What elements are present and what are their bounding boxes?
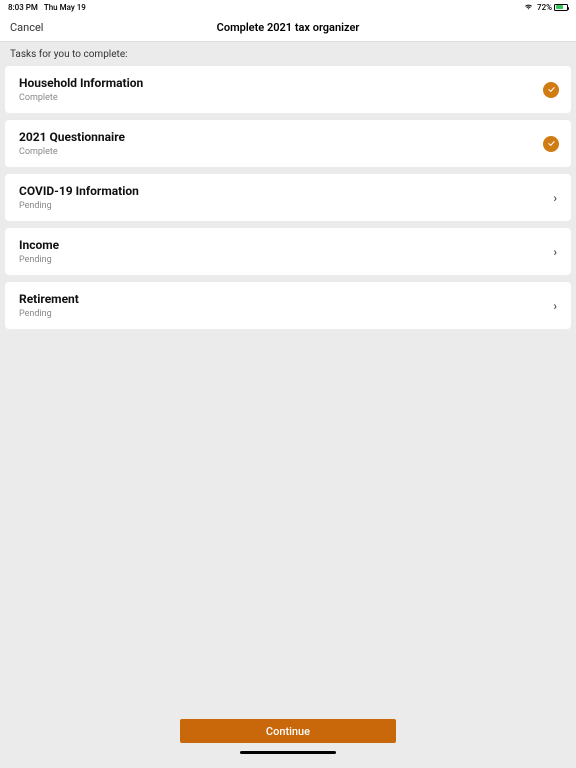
task-status: Complete [19,147,125,157]
status-time: 8:03 PM [8,3,38,12]
status-right: 72% [524,3,568,12]
task-content: 2021 Questionnaire Complete [19,130,125,157]
task-content: Income Pending [19,238,59,265]
task-status: Pending [19,309,79,319]
battery-indicator: 72% [537,3,568,12]
page-title: Complete 2021 tax organizer [217,21,360,34]
task-list: Household Information Complete 2021 Ques… [0,66,576,329]
home-indicator[interactable] [240,751,336,754]
task-status: Pending [19,201,139,211]
chevron-right-icon: › [553,191,559,205]
status-left: 8:03 PM Thu May 19 [8,3,86,12]
task-title: Retirement [19,292,79,306]
task-content: Household Information Complete [19,76,143,103]
task-covid-19-information[interactable]: COVID-19 Information Pending › [5,174,571,221]
cancel-button[interactable]: Cancel [10,21,43,34]
task-status: Pending [19,255,59,265]
nav-header: Cancel Complete 2021 tax organizer [0,14,576,42]
check-icon [543,82,559,98]
task-content: COVID-19 Information Pending [19,184,139,211]
task-content: Retirement Pending [19,292,79,319]
battery-pct: 72% [537,3,552,12]
check-icon [543,136,559,152]
task-household-information[interactable]: Household Information Complete [5,66,571,113]
battery-icon [554,4,568,11]
chevron-right-icon: › [553,245,559,259]
task-status: Complete [19,93,143,103]
status-date: Thu May 19 [44,3,86,12]
wifi-icon [524,3,533,12]
status-bar: 8:03 PM Thu May 19 72% [0,0,576,14]
chevron-right-icon: › [553,299,559,313]
bottom-bar: Continue [0,719,576,754]
task-title: Income [19,238,59,252]
task-retirement[interactable]: Retirement Pending › [5,282,571,329]
task-title: Household Information [19,76,143,90]
continue-button[interactable]: Continue [180,719,396,743]
task-title: COVID-19 Information [19,184,139,198]
tasks-label: Tasks for you to complete: [0,42,576,66]
task-income[interactable]: Income Pending › [5,228,571,275]
task-2021-questionnaire[interactable]: 2021 Questionnaire Complete [5,120,571,167]
task-title: 2021 Questionnaire [19,130,125,144]
